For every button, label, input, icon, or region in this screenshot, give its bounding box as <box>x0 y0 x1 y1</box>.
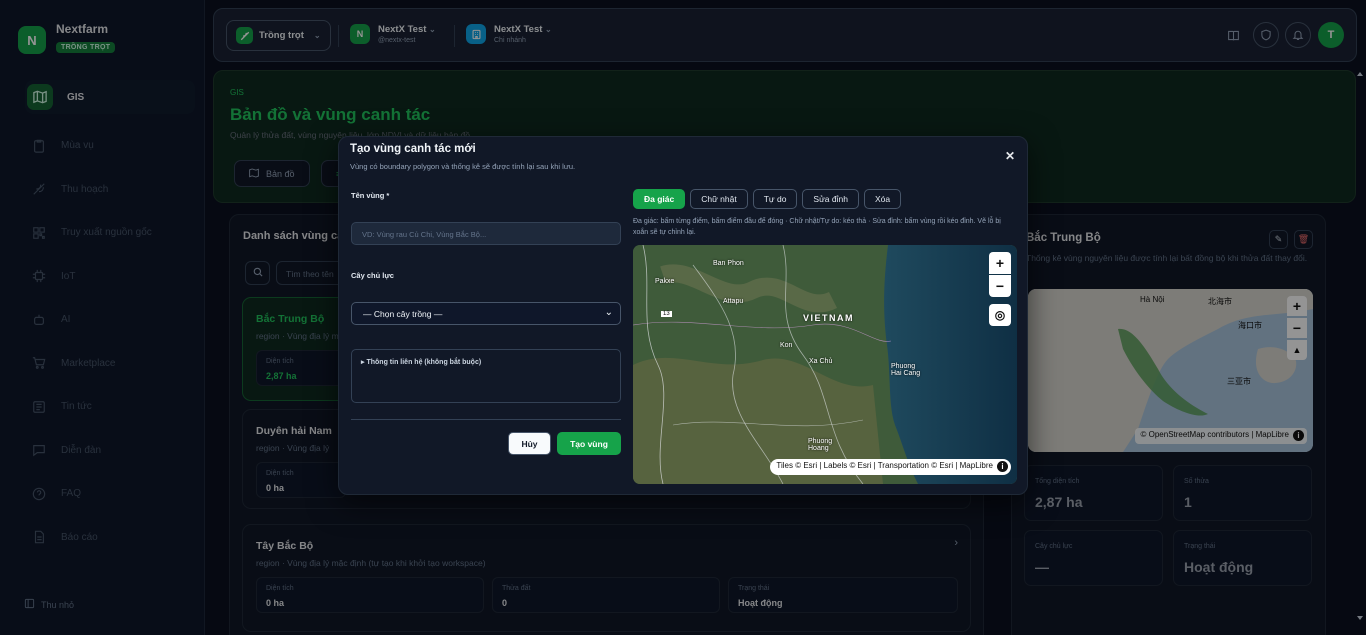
caret-right-icon: ▸ <box>361 359 365 366</box>
zoom-in-button[interactable]: + <box>989 252 1011 274</box>
draw-toolbar: Đa giác Chữ nhật Tự do Sửa đỉnh Xóa <box>633 189 902 209</box>
map-label: Xa Chủ <box>809 358 833 365</box>
attribution-text: Tiles © Esri | Labels © Esri | Transport… <box>776 461 993 470</box>
divider <box>351 419 621 420</box>
map-label: Phuong Hai Cang <box>891 363 921 377</box>
tool-edit-vertex[interactable]: Sửa đỉnh <box>802 189 859 209</box>
create-region-modal: Tạo vùng canh tác mới Vùng có boundary p… <box>338 136 1028 495</box>
info-icon[interactable]: i <box>997 461 1008 472</box>
tool-freehand[interactable]: Tự do <box>752 189 798 209</box>
crop-select[interactable]: — Chọn cây trồng — ⌄ <box>351 302 621 325</box>
map-label: Kon <box>780 342 793 349</box>
map-label: Ban Phon <box>713 260 744 267</box>
crop-label: Cây chủ lực <box>351 271 394 280</box>
map-label: Phuong Hoang <box>808 438 833 452</box>
region-name-label: Tên vùng * <box>351 191 390 200</box>
chevron-down-icon: ⌄ <box>604 307 613 318</box>
create-region-button[interactable]: Tạo vùng <box>557 432 621 455</box>
map-label: VIETNAM <box>803 313 854 323</box>
crop-select-value: — Chọn cây trồng — <box>363 309 443 319</box>
map-attribution: Tiles © Esri | Labels © Esri | Transport… <box>770 459 1011 475</box>
draw-map[interactable]: Ban Phon Pakxe Attapu VIETNAM Kon Xa Chủ… <box>633 245 1017 484</box>
cancel-button[interactable]: Hủy <box>508 432 551 455</box>
modal-title: Tạo vùng canh tác mới <box>350 143 476 155</box>
close-icon[interactable]: ✕ <box>1005 149 1015 163</box>
tool-delete[interactable]: Xóa <box>863 189 902 209</box>
locate-icon[interactable]: ◎ <box>989 304 1011 326</box>
map-label: Pakxe <box>655 278 675 285</box>
tool-polygon[interactable]: Đa giác <box>633 189 686 209</box>
draw-hint: Đa giác: bấm từng điểm, bấm điểm đầu để … <box>633 218 1001 237</box>
contact-info-toggle[interactable]: ▸ Thông tin liên hệ (không bắt buộc) <box>351 349 621 403</box>
region-name-input[interactable]: VD: Vùng rau Củ Chi, Vùng Bắc Bộ... <box>351 222 621 245</box>
modal-subtitle: Vùng có boundary polygon và thống kê sẽ … <box>350 162 576 171</box>
road-shield: 13 <box>661 311 672 317</box>
map-label: Attapu <box>723 298 744 305</box>
contact-info-label: Thông tin liên hệ (không bắt buộc) <box>366 359 482 366</box>
tool-rectangle[interactable]: Chữ nhật <box>690 189 748 209</box>
zoom-out-button[interactable]: − <box>989 275 1011 297</box>
